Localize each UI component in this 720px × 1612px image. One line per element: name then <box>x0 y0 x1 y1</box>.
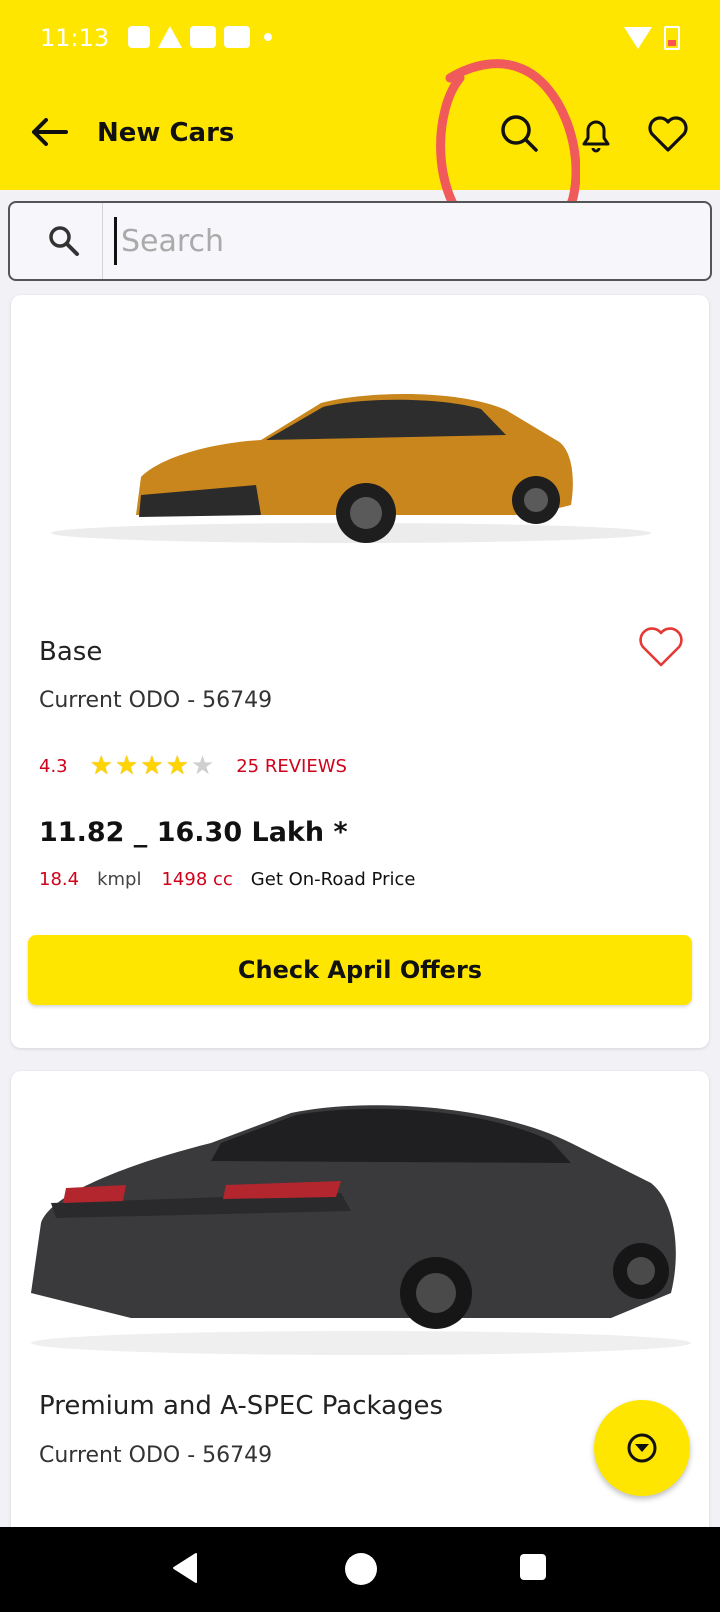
youtube-icon <box>224 26 250 48</box>
page-title: New Cars <box>97 118 235 148</box>
star-empty-icon: ★ <box>190 751 215 781</box>
filter-fab-button[interactable] <box>594 1400 690 1496</box>
status-system-icons <box>624 26 680 50</box>
car-odo: Current ODO - 56749 <box>39 1443 273 1468</box>
car-variant-name: Base <box>39 637 103 667</box>
status-time: 11:13 <box>40 24 110 52</box>
wifi-icon <box>624 27 652 49</box>
onroad-price-link[interactable]: Get On-Road Price <box>251 869 416 890</box>
nav-recents-icon[interactable] <box>520 1554 546 1580</box>
car-image <box>31 1105 691 1355</box>
search-icon <box>49 226 79 256</box>
car-odo: Current ODO - 56749 <box>39 688 273 713</box>
star-filled-icon: ★ <box>114 751 139 781</box>
battery-icon <box>664 26 680 50</box>
star-filled-icon: ★ <box>165 751 189 781</box>
car-card[interactable]: Base Current ODO - 56749 4.3 ★ ★ ★ ★ ★ 2… <box>11 295 709 1048</box>
star-filled-icon: ★ <box>89 751 113 781</box>
rating-value: 4.3 <box>39 755 68 777</box>
search-divider <box>102 203 103 279</box>
search-bar <box>8 201 712 281</box>
star-filled-icon: ★ <box>140 751 164 781</box>
bell-icon[interactable] <box>572 110 620 158</box>
status-notification-icons <box>128 26 272 48</box>
youtube-icon <box>190 26 216 48</box>
system-nav-bar <box>0 1527 720 1612</box>
check-offers-button[interactable]: Check April Offers <box>28 935 692 1005</box>
price-range: 11.82 _ 16.30 Lakh * <box>39 817 348 848</box>
car-image <box>51 393 651 543</box>
mileage-value: 18.4 <box>39 869 80 890</box>
nav-back-icon[interactable] <box>170 1551 200 1585</box>
warning-icon <box>158 26 182 48</box>
back-arrow-icon[interactable] <box>30 114 70 150</box>
reviews-link[interactable]: 25 REVIEWS <box>236 756 347 777</box>
search-input[interactable] <box>114 217 683 265</box>
engine-capacity: 1498 cc <box>161 869 233 890</box>
search-icon[interactable] <box>496 110 544 158</box>
rating-row: 4.3 ★ ★ ★ ★ ★ 25 REVIEWS <box>39 753 347 779</box>
nav-home-icon[interactable] <box>345 1553 377 1585</box>
favorites-heart-icon[interactable] <box>644 110 692 158</box>
alert-icon <box>128 26 150 48</box>
dropdown-circle-icon <box>627 1433 657 1463</box>
mileage-unit: kmpl <box>97 869 142 890</box>
car-variant-name: Premium and A-SPEC Packages <box>39 1391 444 1421</box>
spec-row: 18.4 kmpl 1498 cc Get On-Road Price <box>39 869 415 890</box>
wishlist-heart-icon[interactable] <box>637 625 685 669</box>
app-header: 11:13 New Cars <box>0 0 720 190</box>
more-dot-icon <box>264 33 272 41</box>
